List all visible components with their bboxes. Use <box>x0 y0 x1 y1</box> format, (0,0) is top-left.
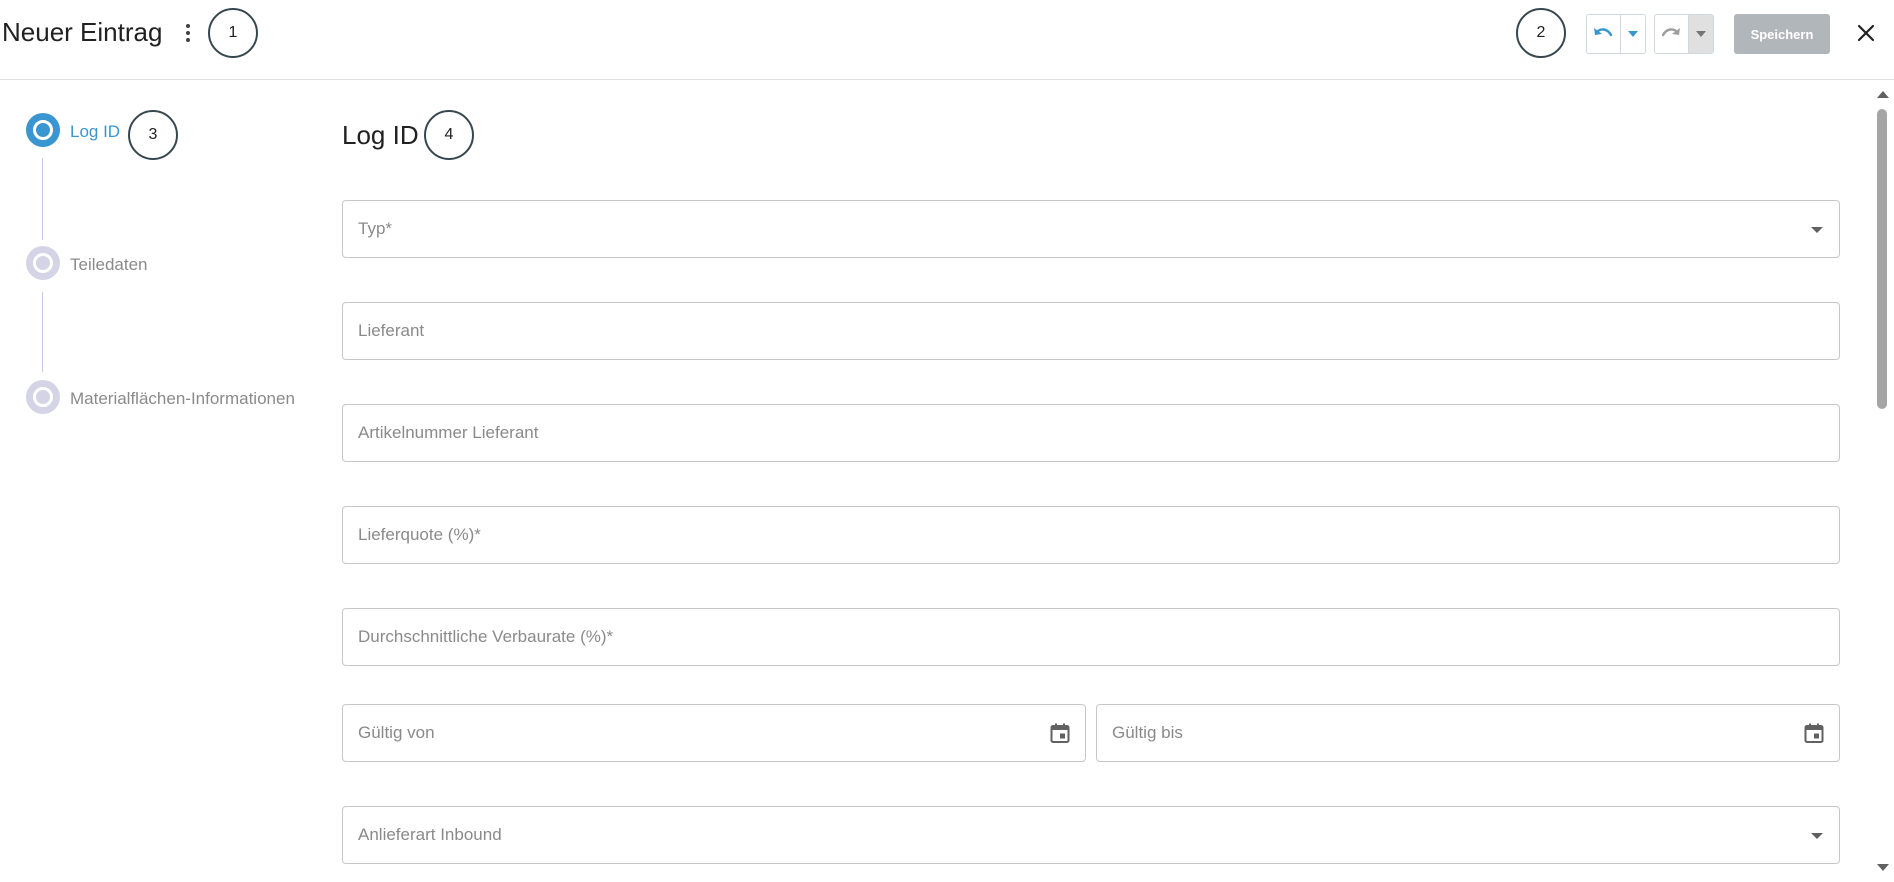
step-label-teiledaten[interactable]: Teiledaten <box>70 255 148 275</box>
redo-history-dropdown[interactable] <box>1687 15 1713 53</box>
artikelnummer-lieferant-field[interactable]: Artikelnummer Lieferant <box>342 404 1840 462</box>
more-options-button[interactable] <box>177 20 199 46</box>
step-indicator-log-id[interactable] <box>26 113 60 147</box>
page-title: Neuer Eintrag <box>2 17 163 47</box>
undo-split-button <box>1586 14 1646 54</box>
step-label-log-id[interactable]: Log ID <box>70 122 120 142</box>
step-indicator-teiledaten[interactable] <box>26 246 60 280</box>
save-button[interactable]: Speichern <box>1734 14 1830 54</box>
annotation-marker-2: 2 <box>1516 8 1566 58</box>
chevron-down-icon <box>1695 31 1706 37</box>
more-vert-icon-dot <box>186 31 190 35</box>
undo-history-dropdown[interactable] <box>1619 15 1645 53</box>
calendar-icon[interactable] <box>1802 721 1826 745</box>
header-bar: Neuer Eintrag 1 2 Speichern <box>0 0 1894 80</box>
verbaurate-field[interactable]: Durchschnittliche Verbaurate (%)* <box>342 608 1840 666</box>
stepper-connector <box>42 158 43 240</box>
dropdown-arrow-icon[interactable] <box>1811 227 1823 233</box>
more-vert-icon <box>186 24 190 28</box>
scroll-up-icon[interactable] <box>1877 91 1889 98</box>
typ-label: Typ* <box>358 219 393 238</box>
annotation-marker-3: 3 <box>128 110 178 160</box>
chevron-down-icon <box>1627 31 1638 37</box>
step-circle-icon <box>33 120 53 140</box>
undo-button[interactable] <box>1587 15 1620 53</box>
verbaurate-label: Durchschnittliche Verbaurate (%)* <box>358 627 614 646</box>
gueltig-von-date-field[interactable]: Gültig von <box>342 704 1086 762</box>
annotation-marker-1: 1 <box>208 8 258 58</box>
annotation-marker-4: 4 <box>424 110 474 160</box>
lieferant-label: Lieferant <box>358 321 425 340</box>
step-circle-icon <box>33 387 53 407</box>
step-label-materialflaechen[interactable]: Materialflächen-Informationen <box>70 389 295 409</box>
close-button[interactable] <box>1852 19 1880 47</box>
lieferquote-field[interactable]: Lieferquote (%)* <box>342 506 1840 564</box>
scrollbar-thumb[interactable] <box>1877 109 1887 409</box>
redo-button[interactable] <box>1655 15 1688 53</box>
redo-icon <box>1662 28 1681 37</box>
gueltig-bis-date-field[interactable]: Gültig bis <box>1096 704 1840 762</box>
gueltig-bis-label: Gültig bis <box>1112 723 1183 742</box>
app-window: Neuer Eintrag 1 2 Speichern Log ID 3 Tei… <box>0 0 1894 882</box>
section-title: Log ID <box>342 120 419 150</box>
redo-split-button <box>1654 14 1714 54</box>
lieferant-field[interactable]: Lieferant <box>342 302 1840 360</box>
artikelnummer-lieferant-label: Artikelnummer Lieferant <box>358 423 539 442</box>
close-icon <box>1857 24 1875 42</box>
typ-select[interactable]: Typ* <box>342 200 1840 258</box>
more-vert-icon-dot <box>186 38 190 42</box>
scroll-down-icon[interactable] <box>1877 864 1889 871</box>
anlieferart-inbound-label: Anlieferart Inbound <box>358 825 502 844</box>
undo-icon <box>1594 28 1613 37</box>
step-circle-icon <box>33 253 53 273</box>
stepper-connector <box>42 292 43 372</box>
anlieferart-inbound-select[interactable]: Anlieferart Inbound <box>342 806 1840 864</box>
gueltig-von-label: Gültig von <box>358 723 435 742</box>
calendar-icon[interactable] <box>1048 721 1072 745</box>
dropdown-arrow-icon[interactable] <box>1811 833 1823 839</box>
lieferquote-label: Lieferquote (%)* <box>358 525 481 544</box>
step-indicator-materialflaechen[interactable] <box>26 380 60 414</box>
